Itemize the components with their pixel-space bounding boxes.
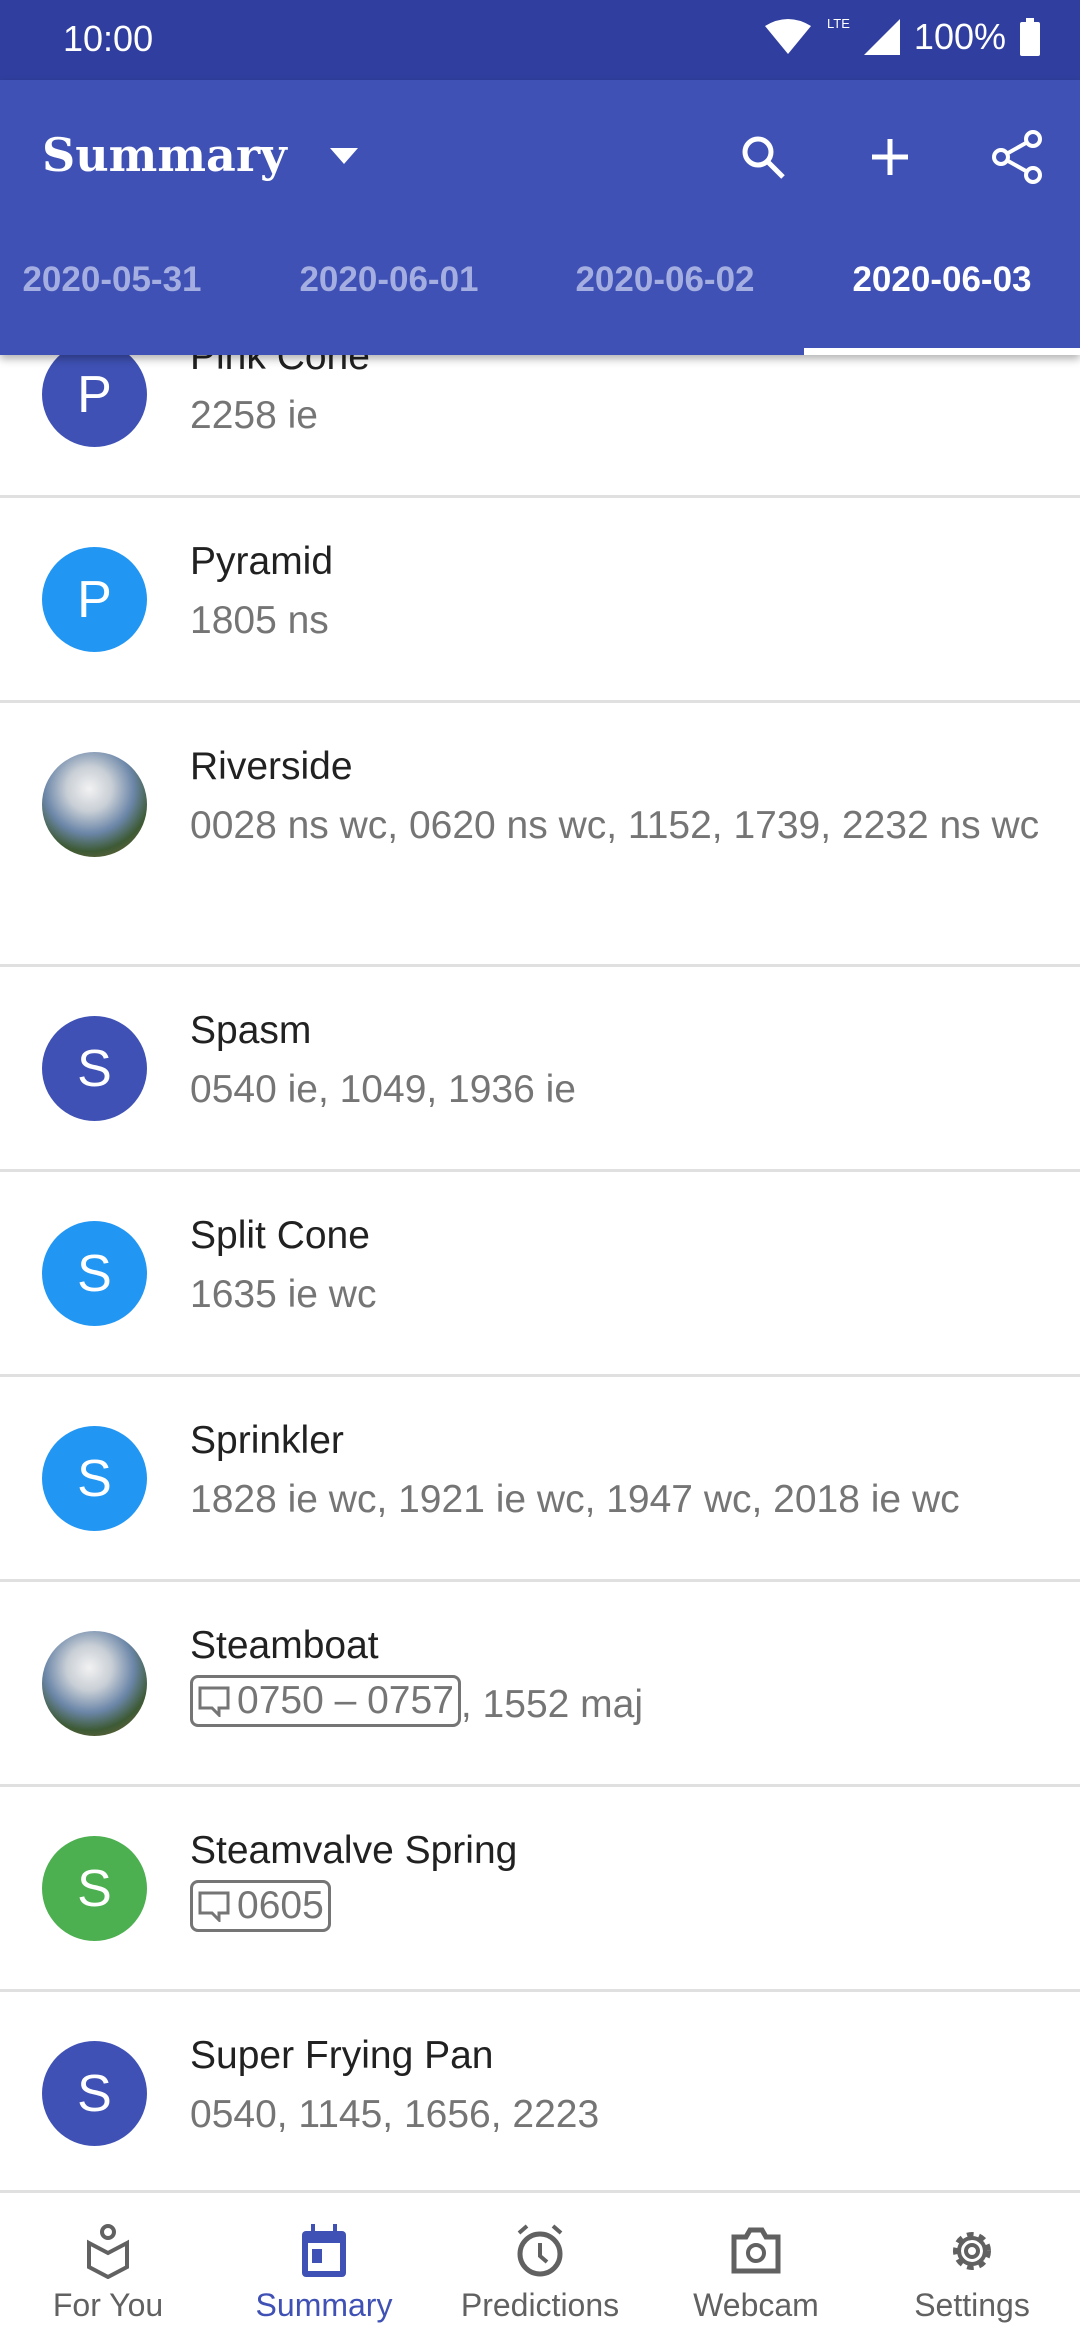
add-icon xyxy=(872,139,908,175)
nav-summary[interactable]: Summary xyxy=(216,2193,432,2343)
comment-icon xyxy=(198,1686,230,1717)
item-times: 1828 ie wc, 1921 ie wc, 1947 wc, 2018 ie… xyxy=(190,1470,1050,1530)
times-text: 0540 ie, 1049, 1936 ie xyxy=(190,1068,577,1111)
share-icon xyxy=(992,130,1042,184)
calendar-icon xyxy=(302,2224,346,2277)
geyser-photo-avatar xyxy=(42,1631,147,1736)
comment-icon xyxy=(198,1891,230,1922)
times-text: 1635 ie wc xyxy=(190,1273,377,1316)
status-time: 10:00 xyxy=(63,18,154,59)
list-item[interactable]: P Pink Cone 2258 ie xyxy=(0,355,1080,498)
network-type: LTE xyxy=(827,16,850,31)
item-name: Super Frying Pan xyxy=(190,2034,494,2077)
dropdown-icon[interactable] xyxy=(330,148,358,166)
nav-label: Predictions xyxy=(460,2287,620,2323)
times-text: , 1552 maj xyxy=(460,1683,643,1726)
share-button[interactable] xyxy=(982,122,1052,192)
item-name: Spasm xyxy=(190,1009,312,1052)
letter-avatar: S xyxy=(42,1221,147,1326)
search-button[interactable] xyxy=(728,122,798,192)
list-item[interactable]: P Pyramid 1805 ns xyxy=(0,498,1080,703)
item-times: 0750 – 0757, 1552 maj xyxy=(190,1675,1050,1735)
nav-label: Settings xyxy=(914,2287,1030,2323)
tab-indicator xyxy=(804,348,1080,355)
item-name: Steamboat xyxy=(190,1624,379,1667)
report-time: 0605 xyxy=(237,1884,324,1927)
battery-percent: 100% xyxy=(913,16,1006,57)
item-times: 1805 ns xyxy=(190,591,1050,651)
times-text: 2258 ie xyxy=(190,394,318,437)
nav-for-you[interactable]: For You xyxy=(0,2193,216,2343)
report-time: 0750 – 0757 xyxy=(237,1679,454,1722)
times-text: 1828 ie wc, 1921 ie wc, 1947 wc, 2018 ie… xyxy=(190,1478,960,1521)
search-icon xyxy=(742,136,785,179)
add-button[interactable] xyxy=(855,122,925,192)
battery-icon xyxy=(1020,18,1040,56)
list-item[interactable]: S Steamvalve Spring 0605 xyxy=(0,1787,1080,1992)
tab-2020-06-02[interactable]: 2020-06-02 xyxy=(527,260,803,300)
list-item[interactable]: S Super Frying Pan 0540, 1145, 1656, 2223 xyxy=(0,1992,1080,2190)
tab-2020-05-31[interactable]: 2020-05-31 xyxy=(0,260,250,300)
item-name: Pyramid xyxy=(190,540,334,583)
item-times: 1635 ie wc xyxy=(190,1265,1050,1325)
nav-predictions[interactable]: Predictions xyxy=(432,2193,648,2343)
tab-2020-06-03[interactable]: 2020-06-03 xyxy=(804,260,1080,300)
times-text: 0540, 1145, 1656, 2223 xyxy=(190,2093,600,2136)
reader-icon xyxy=(87,2224,129,2279)
report-box: 0605 xyxy=(190,1880,331,1932)
letter-avatar: S xyxy=(42,2041,147,2146)
nav-webcam[interactable]: Webcam xyxy=(648,2193,864,2343)
camera-icon xyxy=(731,2227,781,2274)
geyser-photo-avatar xyxy=(42,752,147,857)
letter-avatar: S xyxy=(42,1836,147,1941)
nav-label: Webcam xyxy=(693,2287,819,2323)
item-name: Steamvalve Spring xyxy=(190,1829,518,1872)
nav-label: For You xyxy=(52,2287,164,2323)
letter-avatar: P xyxy=(42,547,147,652)
report-box: 0750 – 0757 xyxy=(190,1675,461,1727)
letter-avatar: S xyxy=(42,1016,147,1121)
item-times: 2258 ie xyxy=(190,386,1050,446)
item-times: 0540, 1145, 1656, 2223 xyxy=(190,2085,1050,2145)
item-name: Riverside xyxy=(190,745,353,788)
geyser-list[interactable]: P Pink Cone 2258 ie P Pyramid 1805 ns Riversid… xyxy=(0,355,1080,2190)
item-times: 0605 xyxy=(190,1880,1050,1940)
list-item[interactable]: Steamboat 0750 – 0757, 1552 maj xyxy=(0,1582,1080,1787)
page-title[interactable]: Summary xyxy=(42,128,287,182)
item-name: Sprinkler xyxy=(190,1419,344,1462)
list-item[interactable]: S Sprinkler 1828 ie wc, 1921 ie wc, 1947 w… xyxy=(0,1377,1080,1582)
item-name: Pink Cone xyxy=(190,355,370,378)
times-text: 1805 ns xyxy=(190,599,329,642)
item-times: 0028 ns wc, 0620 ns wc, 1152, 1739, 2232… xyxy=(190,796,1050,856)
nav-settings[interactable]: Settings xyxy=(864,2193,1080,2343)
alarm-icon xyxy=(517,2224,563,2277)
list-item[interactable]: S Split Cone 1635 ie wc xyxy=(0,1172,1080,1377)
letter-avatar: P xyxy=(42,355,147,447)
gear-icon xyxy=(953,2232,991,2270)
wifi-icon xyxy=(765,19,812,54)
app-bar: Summary 2020-05-31 2020-06-01 2020-06-02… xyxy=(0,80,1080,355)
item-times: 0540 ie, 1049, 1936 ie xyxy=(190,1060,1050,1120)
status-bar: 10:00 LTE 100% xyxy=(0,0,1080,80)
list-item[interactable]: S Spasm 0540 ie, 1049, 1936 ie xyxy=(0,967,1080,1172)
times-text: 0028 ns wc, 0620 ns wc, 1152, 1739, 2232… xyxy=(190,804,1040,847)
letter-avatar: S xyxy=(42,1426,147,1531)
nav-label: Summary xyxy=(255,2287,393,2323)
item-name: Split Cone xyxy=(190,1214,370,1257)
bottom-nav: For You Summary Predictions Webcam Setti… xyxy=(0,2190,1080,2340)
signal-icon xyxy=(863,19,900,55)
list-item[interactable]: Riverside 0028 ns wc, 0620 ns wc, 1152, 1… xyxy=(0,703,1080,967)
tab-2020-06-01[interactable]: 2020-06-01 xyxy=(251,260,527,300)
